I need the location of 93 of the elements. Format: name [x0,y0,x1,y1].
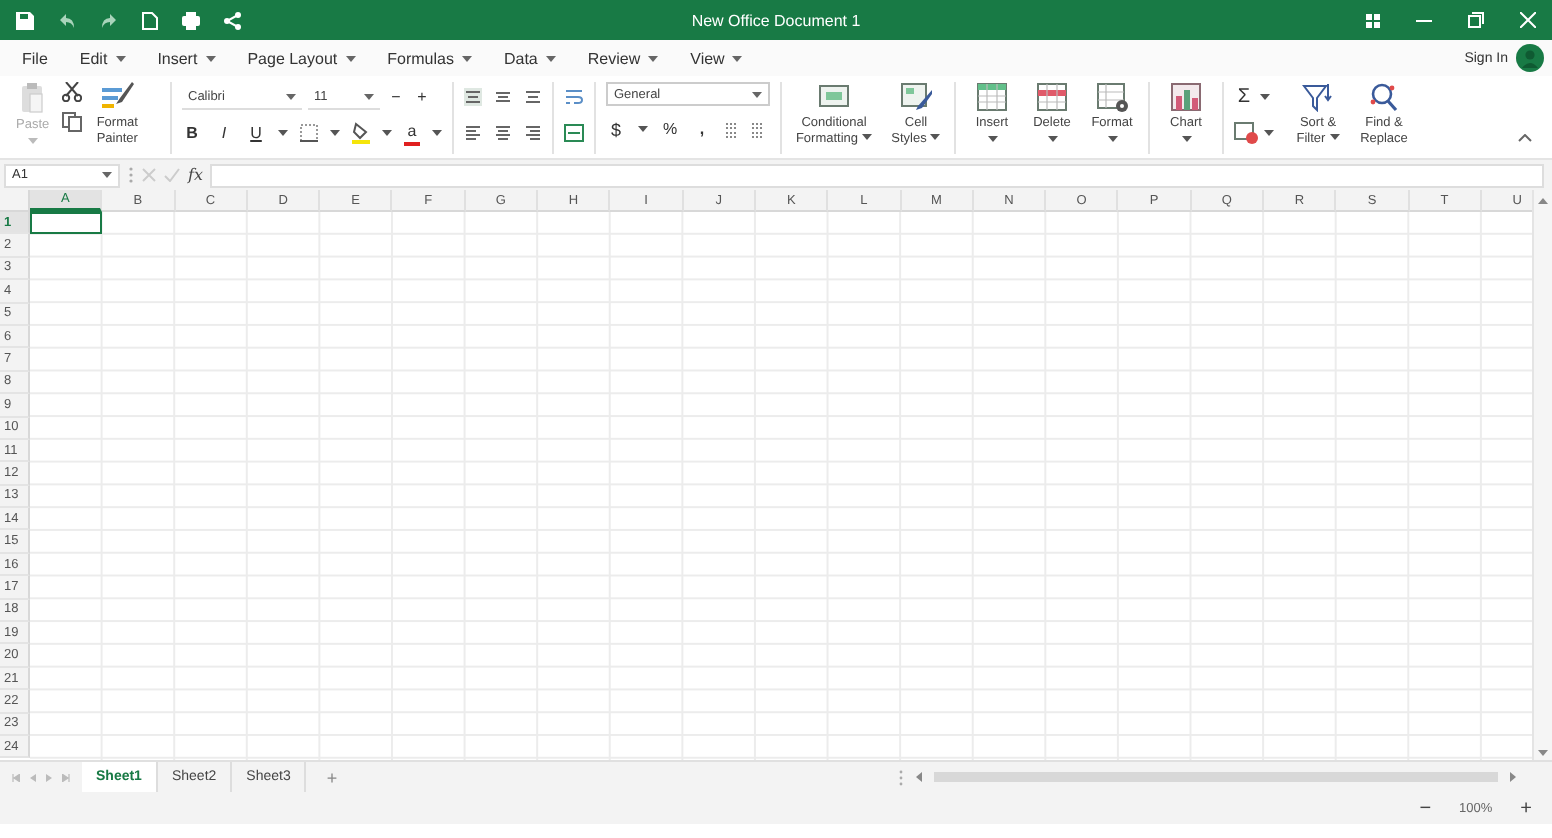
increase-font-button[interactable]: + [412,85,432,109]
menu-item[interactable]: Data [493,45,566,71]
align-right-icon[interactable] [524,124,542,142]
border-icon[interactable] [300,124,318,142]
active-cell[interactable] [30,212,103,235]
align-middle-icon[interactable] [494,88,512,106]
format-cells-icon [1096,82,1128,112]
print-icon[interactable] [182,11,200,29]
cut-icon[interactable] [61,82,82,102]
bold-button[interactable]: B [182,121,202,145]
caret-icon [987,135,997,141]
wrap-text-icon[interactable] [564,88,584,106]
caret-icon [27,137,38,143]
zoom-in-button[interactable]: + [1520,797,1532,819]
caret-icon [930,134,941,141]
menu-item[interactable]: Page Layout [237,45,366,71]
caret-icon [752,91,762,97]
caret-icon [432,130,442,136]
caret-icon [862,134,873,141]
align-center-icon[interactable] [494,124,512,142]
caret-icon [382,130,392,136]
align-top-icon[interactable] [464,88,482,106]
zoom-out-button[interactable]: − [1419,797,1432,819]
caret-icon [286,93,296,99]
caret-icon [1047,135,1057,141]
caret-icon [461,55,472,61]
caret-icon [205,55,216,61]
percent-button[interactable]: % [660,117,680,141]
align-left-icon[interactable] [464,124,482,142]
caret-icon [648,55,659,61]
caret-icon [1181,135,1191,141]
grid-icon[interactable] [1366,13,1380,27]
caret-icon [330,130,340,136]
underline-button[interactable]: U [246,121,266,145]
redo-icon[interactable] [100,11,118,29]
conditional-formatting-icon [818,82,850,112]
scroll-right-icon[interactable] [1510,772,1516,782]
caret-icon [364,93,374,99]
caret-icon [345,55,356,61]
caret-icon [1107,135,1117,141]
scroll-left-icon[interactable] [915,772,922,782]
copy-icon[interactable] [61,112,82,132]
bar-chart-icon [1170,82,1202,112]
align-bottom-icon[interactable] [524,88,542,106]
insert-function-button[interactable]: fx [188,166,203,184]
italic-button[interactable]: I [214,121,234,145]
formula-input[interactable] [210,163,1544,187]
font-color-button[interactable]: a [404,121,420,145]
caret-icon [278,130,288,136]
clipboard-icon [20,82,45,114]
caret-icon [1264,130,1274,136]
avatar-icon[interactable] [1516,44,1544,72]
menu-item[interactable]: View [680,45,753,71]
menu-item[interactable]: Edit [69,45,136,71]
menu-item[interactable]: Insert [147,45,226,71]
caret-icon [102,172,112,178]
menu-item[interactable]: Formulas [377,45,482,71]
caret-icon [638,126,648,132]
collapse-ribbon-icon[interactable] [1518,134,1532,142]
caret-icon [1260,94,1270,100]
currency-button[interactable]: $ [606,117,626,141]
caret-icon [115,55,126,61]
delete-row-icon [1036,82,1068,112]
new-document-icon[interactable] [142,11,158,29]
cell-grid[interactable] [30,212,1532,760]
horizontal-scrollbar-thumb[interactable] [933,772,1498,782]
grip-icon [897,769,904,785]
window-title: New Office Document 1 [689,11,863,29]
search-icon [1368,82,1400,112]
save-icon[interactable] [16,11,34,29]
autosum-button[interactable]: Σ [1234,85,1254,109]
clear-icon[interactable] [1234,122,1258,144]
fill-color-icon[interactable] [352,122,370,144]
restore-icon[interactable] [1468,12,1484,28]
decrease-font-button[interactable]: − [386,85,406,109]
menu-item[interactable]: Review [577,45,669,71]
filter-icon [1302,82,1334,112]
scroll-up-icon[interactable] [1538,198,1548,204]
caret-icon [545,55,556,61]
cell-styles-icon [900,82,932,112]
merge-cells-icon[interactable] [564,124,584,142]
decrease-decimal-icon[interactable] [750,120,764,138]
menu-item[interactable]: File [12,45,58,71]
paintbrush-icon [101,82,134,112]
close-icon[interactable] [1520,12,1536,28]
insert-row-icon [976,82,1008,112]
caret-icon [732,55,743,61]
scroll-down-icon[interactable] [1538,750,1548,756]
share-icon[interactable] [224,11,242,29]
caret-icon [1329,134,1340,141]
undo-icon[interactable] [58,11,76,29]
comma-button[interactable]: , [692,117,712,141]
increase-decimal-icon[interactable] [724,120,738,138]
